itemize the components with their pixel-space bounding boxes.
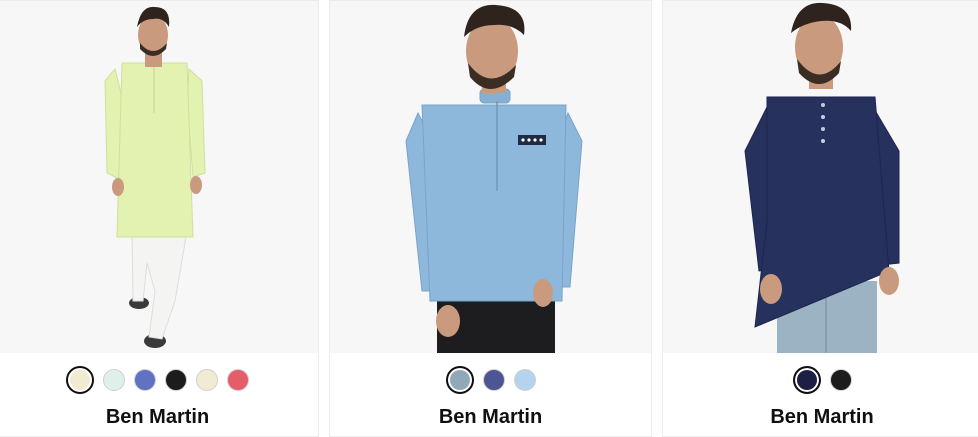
color-swatch[interactable]: [792, 366, 821, 394]
color-swatch-list: [0, 366, 318, 394]
color-swatch[interactable]: [165, 369, 187, 391]
color-swatch-list: [663, 366, 978, 394]
color-swatch-list: [330, 366, 651, 394]
color-swatch[interactable]: [66, 366, 94, 394]
color-swatch[interactable]: [134, 369, 156, 391]
color-swatch[interactable]: [445, 366, 474, 394]
color-swatch[interactable]: [482, 369, 505, 391]
model-in-asymmetric-kurta-illustration: [744, 2, 900, 353]
product-grid: Ben Martin Ben Martin Ben Martin: [0, 0, 978, 437]
product-card[interactable]: Ben Martin: [0, 0, 319, 437]
color-swatch[interactable]: [227, 369, 249, 391]
product-card[interactable]: Ben Martin: [329, 0, 652, 437]
color-swatch[interactable]: [829, 369, 852, 391]
model-in-kurta-illustration: [104, 6, 206, 348]
product-card[interactable]: Ben Martin: [662, 0, 978, 437]
color-swatch[interactable]: [103, 369, 125, 391]
brand-name[interactable]: Ben Martin: [663, 406, 978, 429]
product-image[interactable]: [330, 1, 651, 353]
brand-name[interactable]: Ben Martin: [0, 406, 318, 429]
product-image[interactable]: [0, 1, 318, 353]
color-swatch[interactable]: [513, 369, 536, 391]
color-swatch[interactable]: [196, 369, 218, 391]
brand-name[interactable]: Ben Martin: [330, 406, 651, 429]
model-in-denim-shirt-illustration: [405, 4, 583, 353]
product-image[interactable]: [663, 1, 978, 353]
